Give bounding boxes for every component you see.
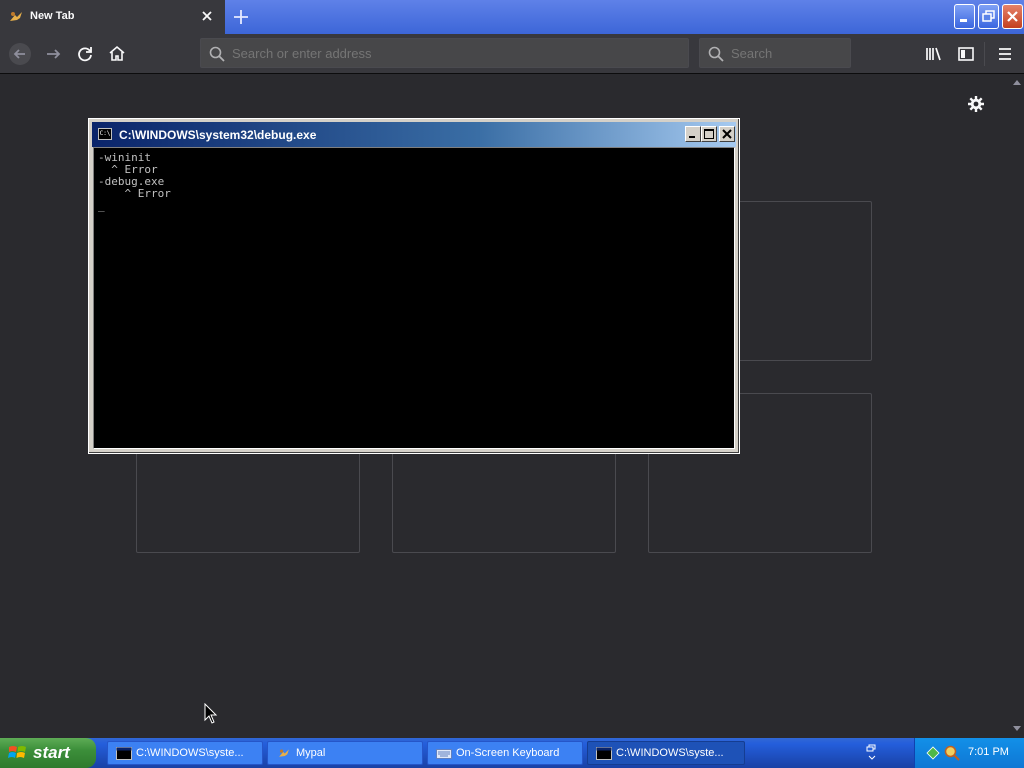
- tab-strip: New Tab: [0, 0, 1024, 34]
- console-icon: [596, 747, 612, 760]
- restore-icon: [982, 10, 995, 22]
- console-maximize-button[interactable]: [701, 126, 717, 142]
- sidebar-icon[interactable]: [954, 42, 978, 66]
- console-output: -wininit ^ Error -debug.exe ^ Error _: [98, 151, 171, 212]
- mypal-icon: [279, 749, 289, 757]
- new-tab-plus-icon[interactable]: [229, 5, 253, 29]
- toolbar-separator: [984, 42, 985, 66]
- minimize-icon: [689, 136, 695, 138]
- navigation-toolbar: [0, 34, 1024, 74]
- system-tray: 7:01 PM: [914, 738, 1024, 768]
- maximize-icon: [704, 129, 714, 139]
- console-icon: [116, 747, 132, 760]
- close-window-button[interactable]: [1002, 4, 1023, 29]
- address-input[interactable]: [232, 45, 672, 61]
- close-icon: [722, 129, 732, 139]
- console-close-button[interactable]: [719, 126, 735, 142]
- close-icon: [1007, 11, 1018, 22]
- library-icon[interactable]: [922, 42, 946, 66]
- console-title-bar[interactable]: C:\ C:\WINDOWS\system32\debug.exe: [92, 122, 736, 147]
- restore-button[interactable]: [978, 4, 999, 29]
- vertical-scrollbar[interactable]: [1010, 74, 1024, 738]
- search-icon: [209, 46, 225, 62]
- tab-title: New Tab: [30, 10, 75, 22]
- address-bar[interactable]: [200, 38, 689, 68]
- network-icon[interactable]: [925, 745, 941, 761]
- scroll-down-arrow-icon[interactable]: [1013, 726, 1021, 732]
- minimize-icon: [960, 19, 967, 22]
- mouse-cursor-icon: [204, 703, 218, 724]
- start-label: start: [33, 743, 70, 762]
- console-minimize-button[interactable]: [685, 126, 701, 142]
- scroll-up-arrow-icon[interactable]: [1013, 79, 1021, 85]
- mypal-icon: [10, 12, 22, 21]
- clock: 7:01 PM: [968, 746, 1009, 758]
- home-icon[interactable]: [105, 42, 129, 66]
- start-button[interactable]: start: [0, 738, 96, 768]
- taskbar-item-label: C:\WINDOWS\syste...: [136, 747, 244, 759]
- magnifier-icon[interactable]: [944, 745, 960, 761]
- taskbar-scroll-icon[interactable]: [866, 744, 878, 762]
- taskbar-item-label: C:\WINDOWS\syste...: [616, 747, 724, 759]
- hamburger-menu-icon[interactable]: [993, 42, 1017, 66]
- tab-new-tab[interactable]: New Tab: [0, 0, 225, 34]
- taskbar-item-label: On-Screen Keyboard: [456, 747, 560, 759]
- console-icon: C:\: [98, 128, 112, 140]
- gear-icon[interactable]: [966, 94, 986, 114]
- console-title: C:\WINDOWS\system32\debug.exe: [119, 128, 317, 142]
- minimize-button[interactable]: [954, 4, 975, 29]
- forward-arrow-icon[interactable]: [41, 42, 65, 66]
- tab-close-icon[interactable]: [199, 8, 215, 24]
- taskbar-item-console-1[interactable]: C:\WINDOWS\syste...: [107, 741, 263, 765]
- taskbar-item-label: Mypal: [296, 747, 326, 759]
- reload-icon[interactable]: [73, 42, 97, 66]
- back-arrow-icon[interactable]: [8, 42, 32, 66]
- search-bar[interactable]: [699, 38, 851, 68]
- windows-logo-icon: [8, 746, 26, 758]
- console-window[interactable]: C:\ C:\WINDOWS\system32\debug.exe -winin…: [88, 118, 740, 454]
- console-output-area[interactable]: -wininit ^ Error -debug.exe ^ Error _: [93, 147, 735, 449]
- search-input[interactable]: [731, 45, 841, 61]
- keyboard-icon: [436, 749, 452, 759]
- taskbar-item-mypal[interactable]: Mypal: [267, 741, 423, 765]
- search-icon: [708, 46, 724, 62]
- taskbar-item-console-2[interactable]: C:\WINDOWS\syste...: [587, 741, 745, 765]
- taskbar: start C:\WINDOWS\syste... Mypal On-Scree…: [0, 738, 1024, 768]
- taskbar-item-on-screen-keyboard[interactable]: On-Screen Keyboard: [427, 741, 583, 765]
